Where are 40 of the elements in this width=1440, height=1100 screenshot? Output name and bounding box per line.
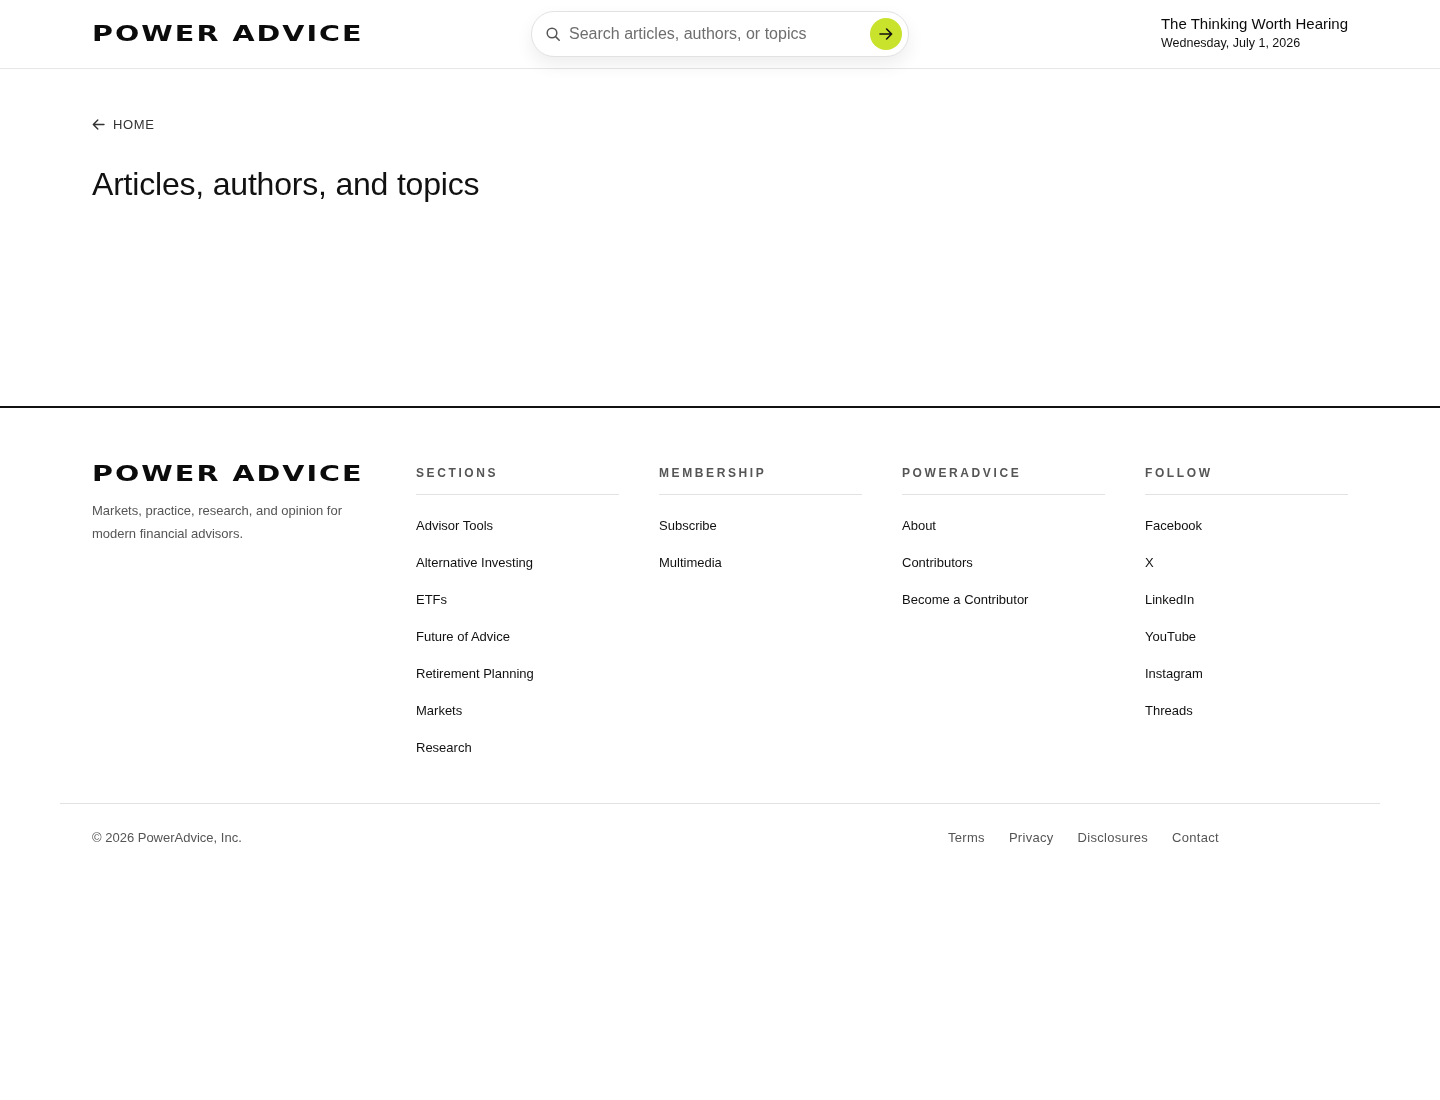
legal-link[interactable]: Terms (948, 829, 985, 847)
legal-link[interactable]: Privacy (1008, 829, 1054, 847)
legal-link[interactable]: Contact (1172, 829, 1219, 847)
footer-link[interactable]: Multimedia (659, 554, 722, 572)
footer-link[interactable]: Contributors (902, 554, 973, 572)
tagline: The Thinking Worth Hearing (1160, 15, 1348, 33)
site-logo[interactable]: POWER ADVICE (92, 23, 364, 45)
footer-link[interactable]: Alternative Investing (416, 554, 534, 572)
column-heading: POWERADVICE (902, 465, 1022, 482)
footer-link[interactable]: Markets (416, 702, 463, 720)
page-title: Articles, authors, and topics (92, 165, 480, 204)
footer-link[interactable]: LinkedIn (1145, 591, 1195, 609)
column-heading: MEMBERSHIP (659, 465, 767, 482)
site-logo[interactable]: POWER ADVICE (92, 463, 364, 485)
footer-link[interactable]: Facebook (1145, 517, 1203, 535)
arrow-left-icon (92, 119, 105, 130)
arrow-right-icon (879, 27, 893, 41)
footer-link[interactable]: Threads (1145, 702, 1193, 720)
search-input[interactable]: Search articles, authors, or topics (569, 22, 861, 46)
copyright-text: © 2026 PowerAdvice, Inc. (92, 829, 242, 847)
legal-link[interactable]: Disclosures (1077, 829, 1149, 847)
footer-link[interactable]: Become a Contributor (902, 591, 1029, 609)
home-link[interactable]: HOME (92, 116, 155, 133)
search-submit-button[interactable] (870, 18, 902, 50)
search-bar[interactable]: Search articles, authors, or topics (531, 11, 909, 57)
search-icon (546, 27, 560, 41)
footer-link[interactable]: Retirement Planning (416, 665, 534, 683)
footer-link[interactable]: Subscribe (659, 517, 717, 535)
footer-link[interactable]: ETFs (416, 591, 448, 609)
footer-description: Markets, practice, research, and opinion for modern financial advisors. (92, 502, 343, 543)
footer-link[interactable]: Instagram (1145, 665, 1203, 683)
column-heading: SECTIONS (416, 465, 499, 482)
footer-link[interactable]: X (1145, 554, 1154, 572)
date-text: Wednesday, July 1, 2026 (1160, 36, 1302, 51)
footer-link[interactable]: Advisor Tools (416, 517, 494, 535)
column-heading: FOLLOW (1145, 465, 1213, 482)
footer-link[interactable]: Future of Advice (416, 628, 510, 646)
footer-link[interactable]: About (902, 517, 936, 535)
footer-link[interactable]: Research (416, 739, 472, 757)
footer-link[interactable]: YouTube (1145, 628, 1197, 646)
